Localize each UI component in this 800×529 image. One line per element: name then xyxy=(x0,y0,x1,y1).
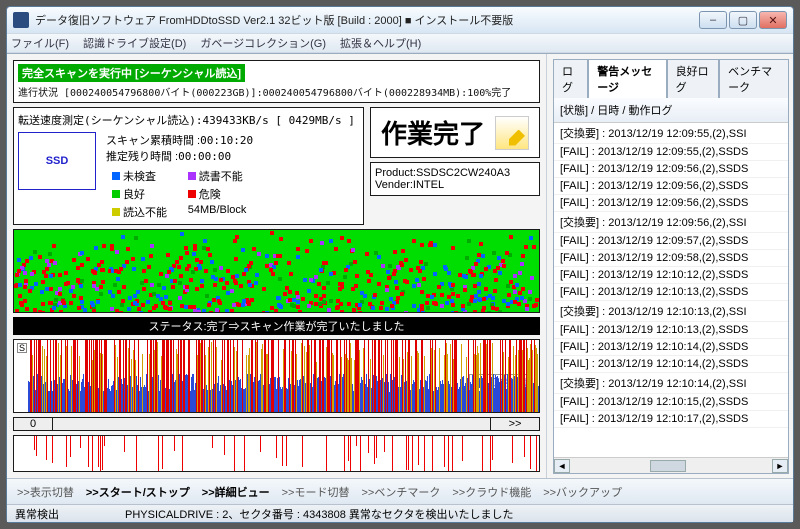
drive-type-box: SSD xyxy=(18,132,96,190)
legend-good: 良好 xyxy=(123,189,145,201)
menu-ext[interactable]: 拡張＆ヘルプ(H) xyxy=(340,35,421,51)
btn-detail[interactable]: >>詳細ビュー xyxy=(198,482,274,502)
tab-bench[interactable]: ベンチマーク xyxy=(719,59,789,98)
vendor-label: Vender: xyxy=(375,179,413,191)
log-row[interactable]: [FAIL] : 2013/12/19 12:09:56,(2),SSDS xyxy=(554,195,788,212)
log-row[interactable]: [FAIL] : 2013/12/19 12:09:56,(2),SSDS xyxy=(554,178,788,195)
progress-panel: 完全スキャンを実行中 [シーケンシャル読込] 進行状況 [00024005479… xyxy=(13,60,540,103)
window-title: データ復旧ソフトウェア FromHDDtoSSD Ver2.1 32ビット版 [… xyxy=(35,12,699,28)
log-row[interactable]: [FAIL] : 2013/12/19 12:10:15,(2),SSDS xyxy=(554,394,788,411)
menubar: ファイル(F) 認識ドライブ設定(D) ガベージコレクション(G) 拡張＆ヘルプ… xyxy=(7,33,793,53)
range-next[interactable]: >> xyxy=(490,417,540,431)
elapsed-value: 00:10:20 xyxy=(200,134,253,147)
log-row[interactable]: [FAIL] : 2013/12/19 12:09:57,(2),SSDS xyxy=(554,233,788,250)
log-row[interactable]: [交換要] : 2013/12/19 12:10:13,(2),SSI xyxy=(554,301,788,322)
left-pane: 完全スキャンを実行中 [シーケンシャル読込] 進行状況 [00024005479… xyxy=(7,54,547,478)
product-box: Product:SSDSC2CW240A3 Vender:INTEL xyxy=(370,162,540,196)
log-row[interactable]: [FAIL] : 2013/12/19 12:10:13,(2),SSDS xyxy=(554,322,788,339)
log-row[interactable]: [FAIL] : 2013/12/19 12:09:55,(2),SSDS xyxy=(554,144,788,161)
menu-gc[interactable]: ガベージコレクション(G) xyxy=(200,35,326,51)
status-line: ステータス:完了⇒スキャン作業が完了いたしました xyxy=(13,317,540,335)
btn-mode[interactable]: >>モード切替 xyxy=(278,482,354,502)
detail-graph[interactable] xyxy=(13,435,540,472)
done-text: 作業完了 xyxy=(381,114,485,151)
done-box: 作業完了 xyxy=(370,107,540,158)
hscrollbar[interactable]: ◄ ► xyxy=(554,457,788,473)
log-row[interactable]: [FAIL] : 2013/12/19 12:10:17,(2),SSDS xyxy=(554,411,788,428)
tab-warn[interactable]: 警告メッセージ xyxy=(588,59,666,98)
right-pane: ログ 警告メッセージ 良好ログ ベンチマーク [状態] / 日時 / 動作ログ … xyxy=(547,54,793,478)
speed-graph[interactable]: S 正常判断 警告判断 危険判断 xyxy=(13,339,540,413)
minimize-button[interactable]: – xyxy=(699,11,727,29)
close-button[interactable]: ✕ xyxy=(759,11,787,29)
btn-bench[interactable]: >>ベンチマーク xyxy=(357,482,444,502)
block-map[interactable] xyxy=(13,229,540,313)
vendor-value: INTEL xyxy=(413,179,444,191)
log-header: [状態] / 日時 / 動作ログ xyxy=(554,98,788,123)
scan-run-label: 完全スキャンを実行中 [シーケンシャル読込] xyxy=(18,64,245,82)
log-row[interactable]: [FAIL] : 2013/12/19 12:10:12,(2),SSDS xyxy=(554,267,788,284)
menu-file[interactable]: ファイル(F) xyxy=(11,35,69,51)
legend-danger: 危険 xyxy=(199,189,221,201)
btn-cloud[interactable]: >>クラウド機能 xyxy=(448,482,535,502)
graph-s-label: S xyxy=(17,343,27,353)
titlebar[interactable]: データ復旧ソフトウェア FromHDDtoSSD Ver2.1 32ビット版 [… xyxy=(7,7,793,33)
btn-backup[interactable]: >>バックアップ xyxy=(539,482,626,502)
log-body[interactable]: [交換要] : 2013/12/19 12:09:55,(2),SSI[FAIL… xyxy=(554,123,788,457)
content: 完全スキャンを実行中 [シーケンシャル読込] 進行状況 [00024005479… xyxy=(7,53,793,478)
range-start: 0 xyxy=(13,417,53,431)
remain-label: 推定残り時間 : xyxy=(106,151,178,163)
remain-value: 00:00:00 xyxy=(178,150,231,163)
elapsed-label: スキャン累積時間 : xyxy=(106,135,200,147)
legend-perblock: 54MB/Block xyxy=(188,204,253,220)
log-row[interactable]: [FAIL] : 2013/12/19 12:10:14,(2),SSDS xyxy=(554,339,788,356)
legend-readbad: 読書不能 xyxy=(199,171,243,183)
log-row[interactable]: [FAIL] : 2013/12/19 12:10:14,(2),SSDS xyxy=(554,356,788,373)
transfer-head: 転送速度測定(シーケンシャル読込):439433KB/s [ 0429MB/s … xyxy=(18,112,359,128)
log-row[interactable]: [FAIL] : 2013/12/19 12:09:58,(2),SSDS xyxy=(554,250,788,267)
legend-unchecked: 未検査 xyxy=(123,171,156,183)
btn-view[interactable]: >>表示切替 xyxy=(13,482,78,502)
btn-start[interactable]: >>スタート/ストップ xyxy=(82,482,194,502)
menu-drive[interactable]: 認識ドライブ設定(D) xyxy=(83,35,186,51)
pencil-icon xyxy=(495,116,529,150)
log-row[interactable]: [FAIL] : 2013/12/19 12:10:13,(2),SSDS xyxy=(554,284,788,301)
tabstrip: ログ 警告メッセージ 良好ログ ベンチマーク xyxy=(553,58,789,97)
tab-log[interactable]: ログ xyxy=(553,59,588,98)
scroll-right-icon[interactable]: ► xyxy=(772,459,788,473)
log-panel: [状態] / 日時 / 動作ログ [交換要] : 2013/12/19 12:0… xyxy=(553,97,789,474)
log-row[interactable]: [交換要] : 2013/12/19 12:09:56,(2),SSI xyxy=(554,212,788,233)
log-row[interactable]: [FAIL] : 2013/12/19 12:09:56,(2),SSDS xyxy=(554,161,788,178)
tab-good[interactable]: 良好ログ xyxy=(667,59,720,98)
log-row[interactable]: [交換要] : 2013/12/19 12:10:14,(2),SSI xyxy=(554,373,788,394)
app-window: データ復旧ソフトウェア FromHDDtoSSD Ver2.1 32ビット版 [… xyxy=(6,6,794,523)
app-icon xyxy=(13,12,29,28)
range-bar: 0 >> xyxy=(13,417,540,431)
product-label: Product: xyxy=(375,167,416,179)
legend-readfail: 読込不能 xyxy=(123,207,167,219)
scroll-left-icon[interactable]: ◄ xyxy=(554,459,570,473)
product-value: SSDSC2CW240A3 xyxy=(416,167,510,179)
maximize-button[interactable]: ▢ xyxy=(729,11,757,29)
status-left: 異常検出 xyxy=(15,506,125,522)
scan-progress: 進行状況 [000240054796800バイト(000223GB)]:0002… xyxy=(18,84,535,99)
button-bar: >>表示切替 >>スタート/ストップ >>詳細ビュー >>モード切替 >>ベンチ… xyxy=(7,478,793,504)
status-strip: 異常検出 PHYSICALDRIVE : 2、セクタ番号 : 4343808 異… xyxy=(7,504,793,522)
log-row[interactable]: [交換要] : 2013/12/19 12:09:55,(2),SSI xyxy=(554,123,788,144)
scroll-thumb[interactable] xyxy=(650,460,686,472)
transfer-panel: 転送速度測定(シーケンシャル読込):439433KB/s [ 0429MB/s … xyxy=(13,107,364,225)
timing-block: スキャン累積時間 :00:10:20 推定残り時間 :00:00:00 未検査 … xyxy=(106,132,253,220)
status-right: PHYSICALDRIVE : 2、セクタ番号 : 4343808 異常なセクタ… xyxy=(125,506,513,522)
